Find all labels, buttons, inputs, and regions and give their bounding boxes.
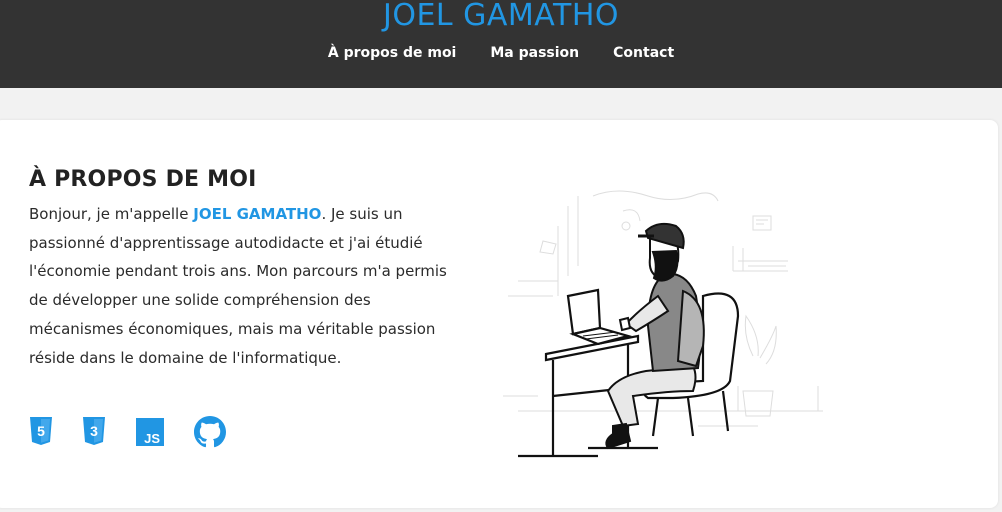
nav-link-passion[interactable]: Ma passion — [490, 43, 579, 63]
css3-icon-label: 3 — [90, 423, 98, 439]
nav-link-contact[interactable]: Contact — [613, 43, 674, 63]
nav-link-about[interactable]: À propos de moi — [328, 43, 457, 63]
developer-illustration — [503, 190, 823, 458]
javascript-icon-label: JS — [144, 431, 160, 446]
about-title: À PROPOS DE MOI — [29, 167, 257, 192]
site-title: JOEL GAMATHO — [382, 0, 619, 33]
html5-icon[interactable]: 5 — [29, 416, 59, 448]
about-text-intro: Bonjour, je m'appelle — [29, 205, 194, 223]
github-icon[interactable] — [194, 416, 226, 448]
about-text-body: . Je suis un passionné d'apprentissage a… — [29, 205, 447, 367]
about-name-highlight: JOEL GAMATHO — [193, 205, 322, 223]
html5-icon-label: 5 — [37, 423, 45, 439]
site-header: JOEL GAMATHO À propos de moi Ma passion … — [0, 0, 1002, 88]
about-paragraph: Bonjour, je m'appelle JOEL GAMATHO. Je s… — [29, 200, 449, 372]
css3-icon[interactable]: 3 — [82, 416, 112, 448]
main-nav: À propos de moi Ma passion Contact — [0, 43, 1002, 63]
javascript-icon[interactable]: JS — [136, 418, 166, 450]
